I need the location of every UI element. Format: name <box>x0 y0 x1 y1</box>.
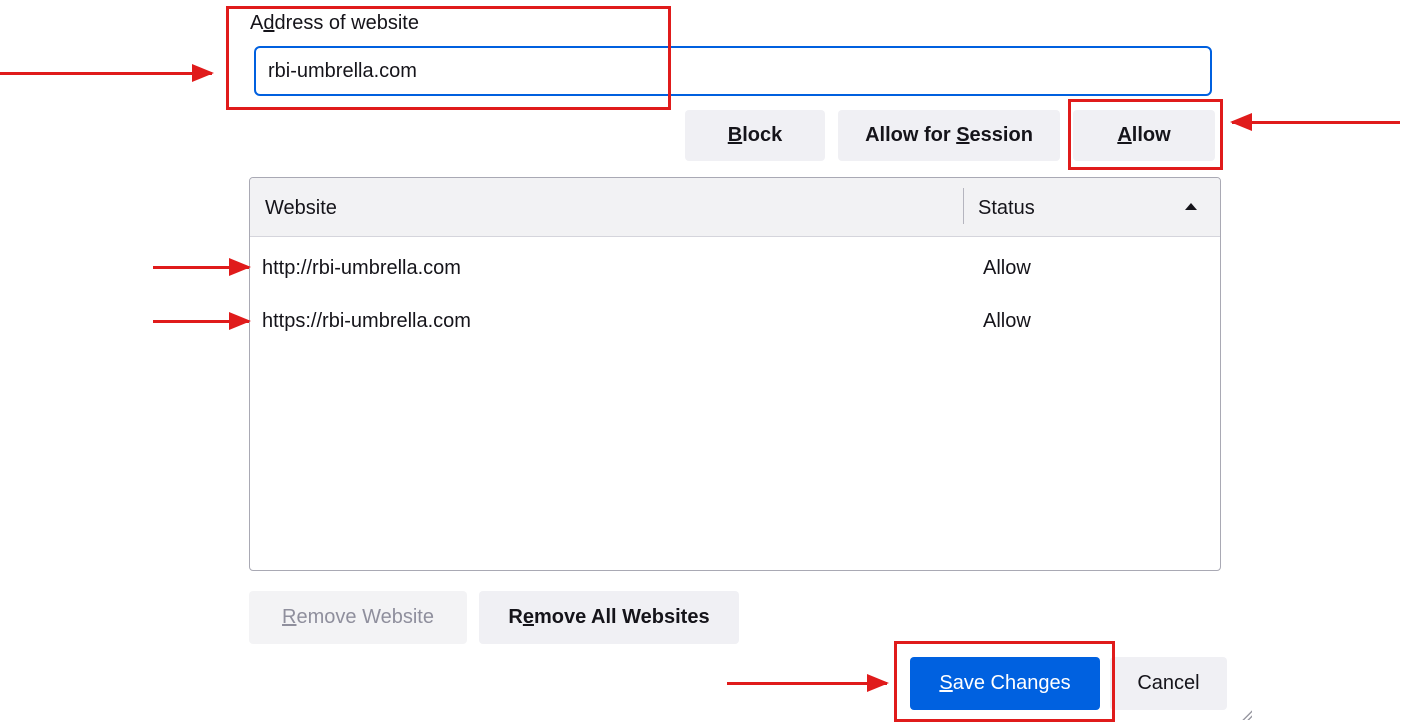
column-header-status[interactable]: Status <box>978 197 1035 220</box>
arrow-left-icon <box>1230 113 1400 131</box>
cancel-button[interactable]: Cancel <box>1110 657 1227 710</box>
row-website: http://rbi-umbrella.com <box>262 257 461 279</box>
row-status: Allow <box>983 257 1031 279</box>
exceptions-dialog: Address of website Block Allow for Sessi… <box>0 0 1409 722</box>
table-row[interactable]: http://rbi-umbrella.com Allow <box>250 237 1220 290</box>
sort-ascending-icon <box>1185 203 1197 210</box>
arrow-right-icon <box>727 674 889 692</box>
row-website: https://rbi-umbrella.com <box>262 310 471 332</box>
column-header-website[interactable]: Website <box>265 197 337 220</box>
arrow-right-icon <box>0 64 214 82</box>
table-row[interactable]: https://rbi-umbrella.com Allow <box>250 290 1220 343</box>
resize-grip-icon[interactable] <box>1240 708 1252 720</box>
websites-table: Website Status http://rbi-umbrella.com A… <box>249 177 1221 571</box>
block-button[interactable]: Block <box>685 110 825 161</box>
column-divider <box>963 188 964 224</box>
highlight-box-allow <box>1068 99 1223 170</box>
highlight-box-address <box>226 6 671 110</box>
arrow-right-icon <box>153 258 251 276</box>
highlight-box-save <box>894 641 1115 722</box>
allow-for-session-button[interactable]: Allow for Session <box>838 110 1060 161</box>
arrow-right-icon <box>153 312 251 330</box>
table-header: Website Status <box>250 178 1220 237</box>
remove-website-button[interactable]: Remove Website <box>249 591 467 644</box>
remove-all-websites-button[interactable]: Re move All Websites <box>479 591 739 644</box>
row-status: Allow <box>983 310 1031 332</box>
